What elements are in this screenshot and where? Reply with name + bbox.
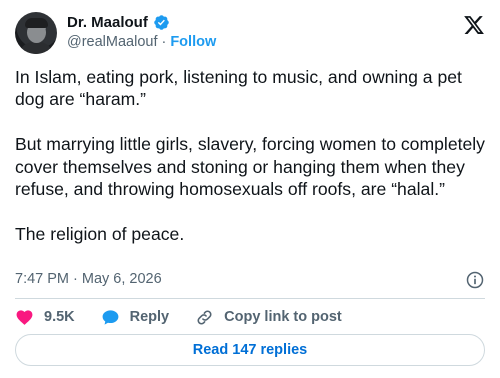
separator-dot: ·	[161, 34, 167, 50]
like-count: 9.5K	[44, 309, 75, 325]
reply-button[interactable]: Reply	[101, 308, 170, 327]
verified-badge-icon	[154, 15, 169, 30]
reply-label: Reply	[129, 309, 170, 325]
copy-link-label: Copy link to post	[224, 309, 342, 325]
copy-link-button[interactable]: Copy link to post	[195, 308, 342, 327]
tweet-header: Dr. Maalouf @realMaalouf · Follow	[15, 12, 485, 54]
read-replies-button[interactable]: Read 147 replies	[15, 334, 485, 366]
link-icon	[197, 309, 212, 325]
avatar[interactable]	[15, 12, 57, 54]
info-icon[interactable]	[465, 270, 485, 290]
author-name[interactable]: Dr. Maalouf	[67, 14, 148, 31]
tweet-text: In Islam, eating pork, listening to musi…	[15, 67, 485, 244]
speech-bubble-icon	[102, 309, 119, 325]
author-handle-row: @realMaalouf · Follow	[67, 34, 216, 50]
author-handle[interactable]: @realMaalouf	[67, 34, 157, 50]
tweet-card: Dr. Maalouf @realMaalouf · Follow In Isl…	[0, 0, 500, 378]
x-logo-icon[interactable]	[463, 14, 485, 36]
author-name-row: Dr. Maalouf	[67, 14, 170, 31]
heart-icon	[16, 309, 33, 325]
action-bar: 9.5K Reply Copy link to post	[15, 306, 368, 328]
follow-button[interactable]: Follow	[170, 34, 216, 50]
tweet-timestamp[interactable]: 7:47 PM · May 6, 2026	[15, 271, 162, 287]
divider	[15, 298, 485, 299]
like-button[interactable]: 9.5K	[15, 308, 75, 327]
